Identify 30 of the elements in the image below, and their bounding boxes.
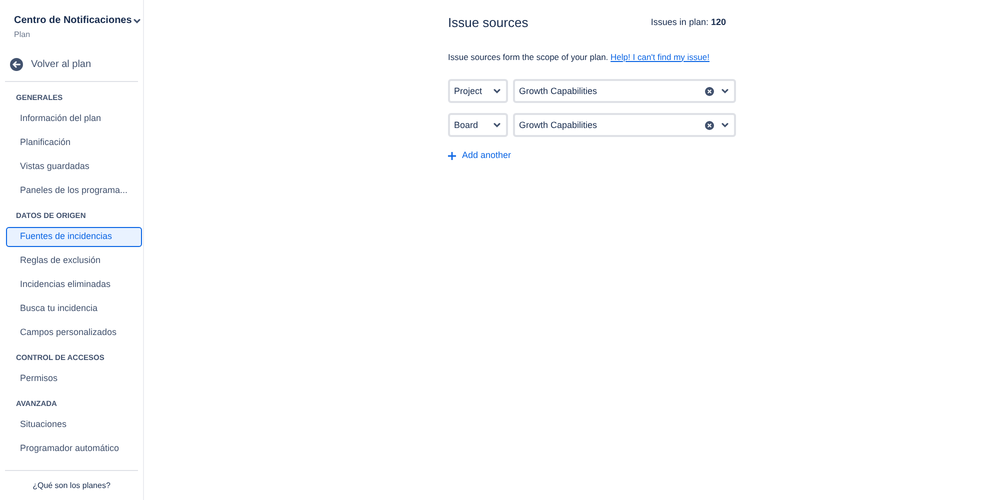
back-link[interactable]: Volver al plan [10,55,92,73]
nav-item[interactable]: Reglas de exclusión [6,251,142,271]
nav-item[interactable]: Incidencias eliminadas [6,275,142,295]
source-select[interactable]: Growth Capabilities [513,113,736,138]
help-link[interactable]: Help! I can't find my issue! [610,52,710,62]
project-title: Centro de Notificaciones [14,15,132,27]
nav-item[interactable]: Vistas guardadas [6,157,142,177]
nav-item[interactable]: Paneles de los programa... [6,181,142,201]
clear-icon[interactable] [705,86,714,96]
description-text: Issue sources form the scope of your plan. [448,52,608,62]
clear-icon[interactable] [705,120,714,130]
source-select[interactable]: Growth Capabilities [513,79,736,104]
nav-item[interactable]: Situaciones [6,415,142,435]
plus-icon [448,152,456,160]
nav-item[interactable]: Busca tu incidencia [6,299,142,319]
page-title: Issue sources [448,14,528,32]
nav-item[interactable]: Fuentes de incidencias [6,227,142,247]
type-select[interactable]: Project [448,79,508,104]
project-subtitle: Plan [14,29,32,41]
nav-item[interactable]: Programador automático [6,439,142,459]
nav-item[interactable]: Planificación [6,133,142,153]
add-another-button[interactable]: Add another [448,149,512,163]
issue-count: Issues in plan: 120 [650,16,727,29]
nav-item[interactable]: Permisos [6,369,142,389]
nav-item[interactable]: Campos personalizados [6,323,142,343]
type-select[interactable]: Board [448,113,508,138]
nav-item[interactable]: Información del plan [6,109,142,129]
chevron-down-icon [132,16,142,26]
back-arrow-icon [10,58,23,70]
help-link[interactable]: ¿Qué son los planes? [32,480,110,492]
